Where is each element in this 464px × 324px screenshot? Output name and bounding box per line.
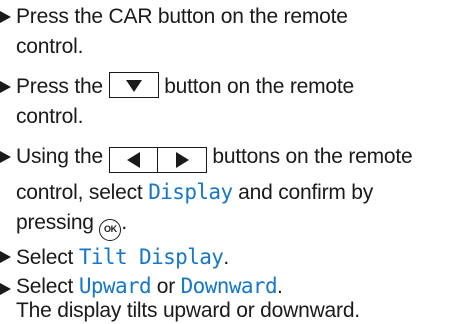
step-3-line-3: pressing OK. <box>16 208 464 241</box>
step-2-line-2: control. <box>16 105 84 128</box>
step-3-before: Using the <box>16 145 103 168</box>
step-3-line3-after: . <box>121 211 128 234</box>
step-4-after: . <box>223 246 229 269</box>
step-3-line3-before: pressing <box>16 211 94 234</box>
display-menu-item: Display <box>148 180 233 204</box>
instruction-list: Press the CAR button on the remote contr… <box>0 0 464 324</box>
bullet-arrow-icon <box>0 251 11 263</box>
step-1-line-2: control. <box>16 35 84 58</box>
step-3-text: Using the buttons on the remote control,… <box>16 142 464 241</box>
ok-button-icon: OK <box>99 219 122 241</box>
bullet-arrow-icon <box>0 11 11 23</box>
step-5-middle: or <box>156 275 175 298</box>
step-2-after: button on the remote <box>164 75 355 98</box>
left-arrow-icon <box>126 152 140 168</box>
down-arrow-icon <box>125 80 142 92</box>
left-button-icon <box>108 147 159 173</box>
bullet-arrow-icon <box>0 81 11 93</box>
right-arrow-icon <box>175 152 189 168</box>
step-3-line-1: Using the buttons on the remote <box>16 142 464 177</box>
bullet-arrow-icon <box>0 151 11 163</box>
left-right-buttons <box>108 147 207 177</box>
step-5-text: Select Upward or Downward. The display t… <box>16 274 464 323</box>
step-5-after: . <box>277 275 283 298</box>
step-2-before: Press the <box>16 75 103 98</box>
down-button-icon <box>108 72 159 98</box>
bullet-arrow-icon <box>0 283 11 295</box>
step-3-line2-before: control, select <box>16 181 143 204</box>
upward-menu-item: Upward <box>78 274 152 298</box>
step-1-text: Press the CAR button on the remote contr… <box>16 2 464 62</box>
step-1-line-1: Press the CAR button on the remote <box>16 5 348 28</box>
step-3-line2-after: and confirm by <box>238 181 374 204</box>
step-2-line-1: Press the button on the remote <box>16 72 464 102</box>
right-button-icon <box>156 147 207 173</box>
step-3-line-2: control, select Display and confirm by <box>16 177 464 208</box>
downward-menu-item: Downward <box>180 274 278 298</box>
step-4-line-1: Select Tilt Display. <box>16 242 464 273</box>
step-5-line-1: Select Upward or Downward. <box>16 274 464 299</box>
step-3-after: buttons on the remote <box>212 145 413 168</box>
step-4-text: Select Tilt Display. <box>16 242 464 273</box>
step-4-before: Select <box>16 246 74 269</box>
step-5-result: The display tilts upward or downward. <box>16 299 360 322</box>
tilt-display-menu-item: Tilt Display <box>78 245 224 269</box>
step-2-text: Press the button on the remote control. <box>16 72 464 132</box>
step-5-before: Select <box>16 275 74 298</box>
